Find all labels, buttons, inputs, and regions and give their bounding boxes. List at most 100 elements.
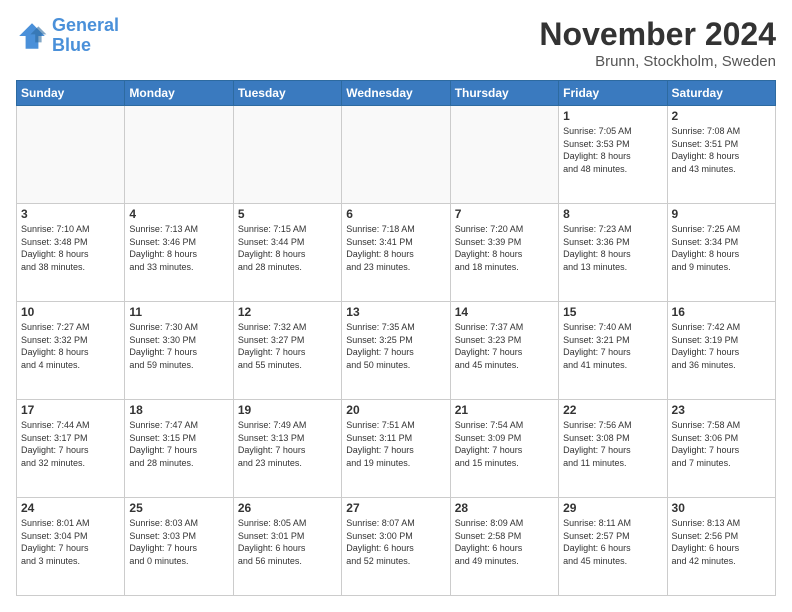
calendar-cell-w3-d4: 13 Sunrise: 7:35 AM Sunset: 3:25 PM Dayli… [342,302,450,400]
day-info: Sunrise: 7:40 AM Sunset: 3:21 PM Dayligh… [563,321,662,371]
day-number: 28 [455,501,554,515]
calendar-cell-w3-d5: 14 Sunrise: 7:37 AM Sunset: 3:23 PM Dayli… [450,302,558,400]
week-row-2: 3 Sunrise: 7:10 AM Sunset: 3:48 PM Daylig… [17,204,776,302]
header-tuesday: Tuesday [233,81,341,106]
calendar-cell-w3-d1: 10 Sunrise: 7:27 AM Sunset: 3:32 PM Dayli… [17,302,125,400]
day-number: 10 [21,305,120,319]
calendar-cell-w2-d1: 3 Sunrise: 7:10 AM Sunset: 3:48 PM Daylig… [17,204,125,302]
day-info: Sunrise: 7:37 AM Sunset: 3:23 PM Dayligh… [455,321,554,371]
day-number: 9 [672,207,771,221]
day-number: 7 [455,207,554,221]
day-info: Sunrise: 7:13 AM Sunset: 3:46 PM Dayligh… [129,223,228,273]
day-info: Sunrise: 7:10 AM Sunset: 3:48 PM Dayligh… [21,223,120,273]
week-row-3: 10 Sunrise: 7:27 AM Sunset: 3:32 PM Dayli… [17,302,776,400]
logo-text: General Blue [52,16,119,56]
day-number: 14 [455,305,554,319]
day-info: Sunrise: 7:25 AM Sunset: 3:34 PM Dayligh… [672,223,771,273]
day-number: 3 [21,207,120,221]
calendar-cell-w4-d1: 17 Sunrise: 7:44 AM Sunset: 3:17 PM Dayli… [17,400,125,498]
day-number: 12 [238,305,337,319]
day-info: Sunrise: 8:09 AM Sunset: 2:58 PM Dayligh… [455,517,554,567]
calendar-cell-w2-d4: 6 Sunrise: 7:18 AM Sunset: 3:41 PM Daylig… [342,204,450,302]
location: Brunn, Stockholm, Sweden [539,53,776,70]
day-number: 20 [346,403,445,417]
day-info: Sunrise: 7:47 AM Sunset: 3:15 PM Dayligh… [129,419,228,469]
day-info: Sunrise: 7:32 AM Sunset: 3:27 PM Dayligh… [238,321,337,371]
calendar-cell-w4-d7: 23Sunrise: 7:58 AM Sunset: 3:06 PM Dayli… [667,400,775,498]
day-info: Sunrise: 7:51 AM Sunset: 3:11 PM Dayligh… [346,419,445,469]
day-number: 15 [563,305,662,319]
day-number: 11 [129,305,228,319]
day-info: Sunrise: 8:05 AM Sunset: 3:01 PM Dayligh… [238,517,337,567]
day-info: Sunrise: 7:18 AM Sunset: 3:41 PM Dayligh… [346,223,445,273]
calendar-cell-w4-d6: 22Sunrise: 7:56 AM Sunset: 3:08 PM Dayli… [559,400,667,498]
header-saturday: Saturday [667,81,775,106]
calendar-cell-w3-d7: 16 Sunrise: 7:42 AM Sunset: 3:19 PM Dayli… [667,302,775,400]
day-number: 6 [346,207,445,221]
day-info: Sunrise: 7:27 AM Sunset: 3:32 PM Dayligh… [21,321,120,371]
day-number: 8 [563,207,662,221]
day-number: 29 [563,501,662,515]
day-number: 25 [129,501,228,515]
title-section: November 2024 Brunn, Stockholm, Sweden [539,16,776,70]
day-info: Sunrise: 8:07 AM Sunset: 3:00 PM Dayligh… [346,517,445,567]
logo: General Blue [16,16,119,56]
page: General Blue November 2024 Brunn, Stockh… [0,0,792,612]
day-number: 16 [672,305,771,319]
day-number: 1 [563,109,662,123]
month-title: November 2024 [539,16,776,53]
day-info: Sunrise: 7:08 AM Sunset: 3:51 PM Dayligh… [672,125,771,175]
calendar-cell-w5-d2: 25 Sunrise: 8:03 AM Sunset: 3:03 PM Dayli… [125,498,233,596]
calendar-cell-w2-d7: 9 Sunrise: 7:25 AM Sunset: 3:34 PM Daylig… [667,204,775,302]
day-info: Sunrise: 7:35 AM Sunset: 3:25 PM Dayligh… [346,321,445,371]
week-row-1: 1Sunrise: 7:05 AM Sunset: 3:53 PM Daylig… [17,106,776,204]
calendar-cell-w4-d3: 19 Sunrise: 7:49 AM Sunset: 3:13 PM Dayli… [233,400,341,498]
calendar-cell-w4-d4: 20 Sunrise: 7:51 AM Sunset: 3:11 PM Dayli… [342,400,450,498]
header-wednesday: Wednesday [342,81,450,106]
day-number: 17 [21,403,120,417]
calendar-cell-w1-d3 [233,106,341,204]
header: General Blue November 2024 Brunn, Stockh… [16,16,776,70]
calendar-cell-w2-d3: 5 Sunrise: 7:15 AM Sunset: 3:44 PM Daylig… [233,204,341,302]
day-info: Sunrise: 8:13 AM Sunset: 2:56 PM Dayligh… [672,517,771,567]
day-number: 21 [455,403,554,417]
day-number: 13 [346,305,445,319]
logo-line2: Blue [52,35,91,55]
calendar-cell-w2-d5: 7 Sunrise: 7:20 AM Sunset: 3:39 PM Daylig… [450,204,558,302]
header-friday: Friday [559,81,667,106]
calendar-table: Sunday Monday Tuesday Wednesday Thursday… [16,80,776,596]
day-info: Sunrise: 7:42 AM Sunset: 3:19 PM Dayligh… [672,321,771,371]
day-info: Sunrise: 7:15 AM Sunset: 3:44 PM Dayligh… [238,223,337,273]
day-info: Sunrise: 7:23 AM Sunset: 3:36 PM Dayligh… [563,223,662,273]
day-number: 4 [129,207,228,221]
logo-line1: General [52,15,119,35]
calendar-cell-w3-d2: 11Sunrise: 7:30 AM Sunset: 3:30 PM Dayli… [125,302,233,400]
day-info: Sunrise: 8:01 AM Sunset: 3:04 PM Dayligh… [21,517,120,567]
day-info: Sunrise: 7:56 AM Sunset: 3:08 PM Dayligh… [563,419,662,469]
day-info: Sunrise: 7:54 AM Sunset: 3:09 PM Dayligh… [455,419,554,469]
day-info: Sunrise: 7:20 AM Sunset: 3:39 PM Dayligh… [455,223,554,273]
calendar-cell-w1-d4 [342,106,450,204]
calendar-cell-w1-d2 [125,106,233,204]
day-number: 23 [672,403,771,417]
day-number: 27 [346,501,445,515]
calendar-cell-w1-d1 [17,106,125,204]
day-info: Sunrise: 7:44 AM Sunset: 3:17 PM Dayligh… [21,419,120,469]
calendar-cell-w4-d2: 18 Sunrise: 7:47 AM Sunset: 3:15 PM Dayli… [125,400,233,498]
day-number: 5 [238,207,337,221]
weekday-header-row: Sunday Monday Tuesday Wednesday Thursday… [17,81,776,106]
calendar-cell-w4-d5: 21 Sunrise: 7:54 AM Sunset: 3:09 PM Dayli… [450,400,558,498]
calendar-cell-w5-d5: 28 Sunrise: 8:09 AM Sunset: 2:58 PM Dayli… [450,498,558,596]
day-number: 19 [238,403,337,417]
day-info: Sunrise: 8:03 AM Sunset: 3:03 PM Dayligh… [129,517,228,567]
day-info: Sunrise: 8:11 AM Sunset: 2:57 PM Dayligh… [563,517,662,567]
day-info: Sunrise: 7:49 AM Sunset: 3:13 PM Dayligh… [238,419,337,469]
calendar-cell-w3-d6: 15 Sunrise: 7:40 AM Sunset: 3:21 PM Dayli… [559,302,667,400]
calendar-cell-w5-d3: 26Sunrise: 8:05 AM Sunset: 3:01 PM Dayli… [233,498,341,596]
calendar-cell-w5-d4: 27 Sunrise: 8:07 AM Sunset: 3:00 PM Dayli… [342,498,450,596]
day-number: 18 [129,403,228,417]
calendar-cell-w1-d7: 2Sunrise: 7:08 AM Sunset: 3:51 PM Daylig… [667,106,775,204]
calendar-cell-w5-d1: 24Sunrise: 8:01 AM Sunset: 3:04 PM Dayli… [17,498,125,596]
logo-icon [16,20,48,52]
week-row-5: 24Sunrise: 8:01 AM Sunset: 3:04 PM Dayli… [17,498,776,596]
